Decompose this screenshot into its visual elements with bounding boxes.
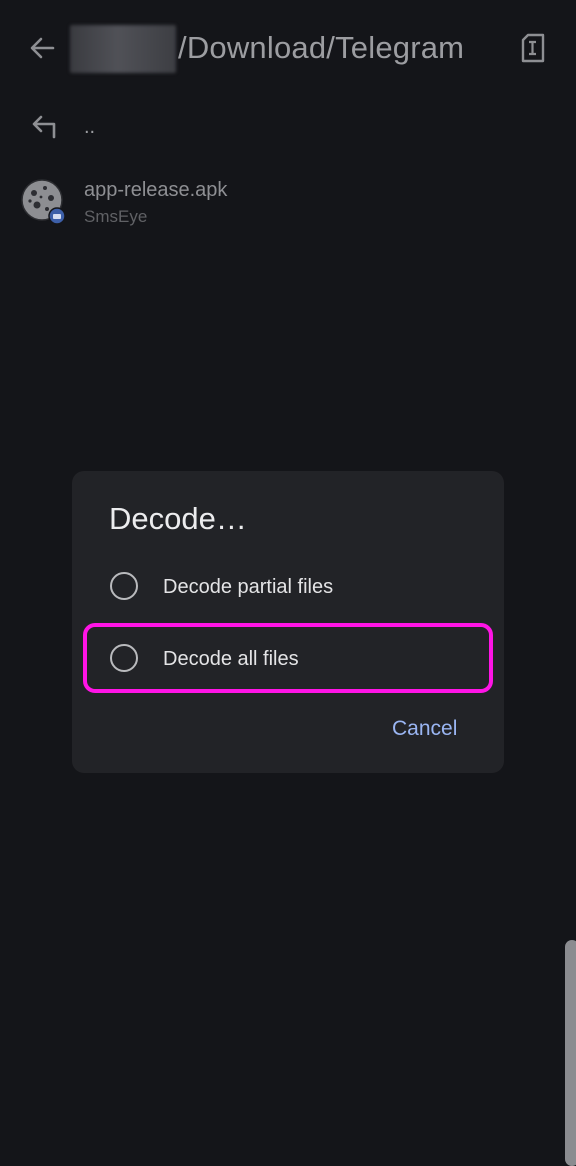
parent-directory-label: .. [84, 116, 96, 138]
cancel-button[interactable]: Cancel [392, 717, 457, 741]
path-prefix-redacted [70, 25, 176, 73]
file-name: app-release.apk [84, 179, 228, 201]
file-list-item[interactable]: app-release.apk SmsEye [0, 168, 576, 238]
apk-cookie-icon [21, 179, 66, 225]
text-document-icon[interactable] [519, 32, 547, 64]
decode-partial-option[interactable]: Decode partial files [86, 557, 490, 619]
current-path: /Download/Telegram [178, 30, 465, 65]
top-app-bar: /Download/Telegram [0, 0, 576, 96]
dialog-title: Decode… [109, 501, 247, 536]
radio-button-unchecked-icon[interactable] [110, 572, 138, 600]
highlight-box [83, 623, 493, 693]
scrollbar-thumb[interactable] [565, 940, 576, 1166]
decode-dialog: Decode… Decode partial files Decode all … [72, 471, 504, 773]
decode-partial-label: Decode partial files [163, 576, 334, 598]
file-subtitle: SmsEye [84, 207, 148, 226]
level-up-arrow-icon [32, 115, 56, 139]
arrow-left-icon[interactable] [26, 32, 58, 64]
parent-directory-item[interactable]: .. [0, 100, 576, 156]
